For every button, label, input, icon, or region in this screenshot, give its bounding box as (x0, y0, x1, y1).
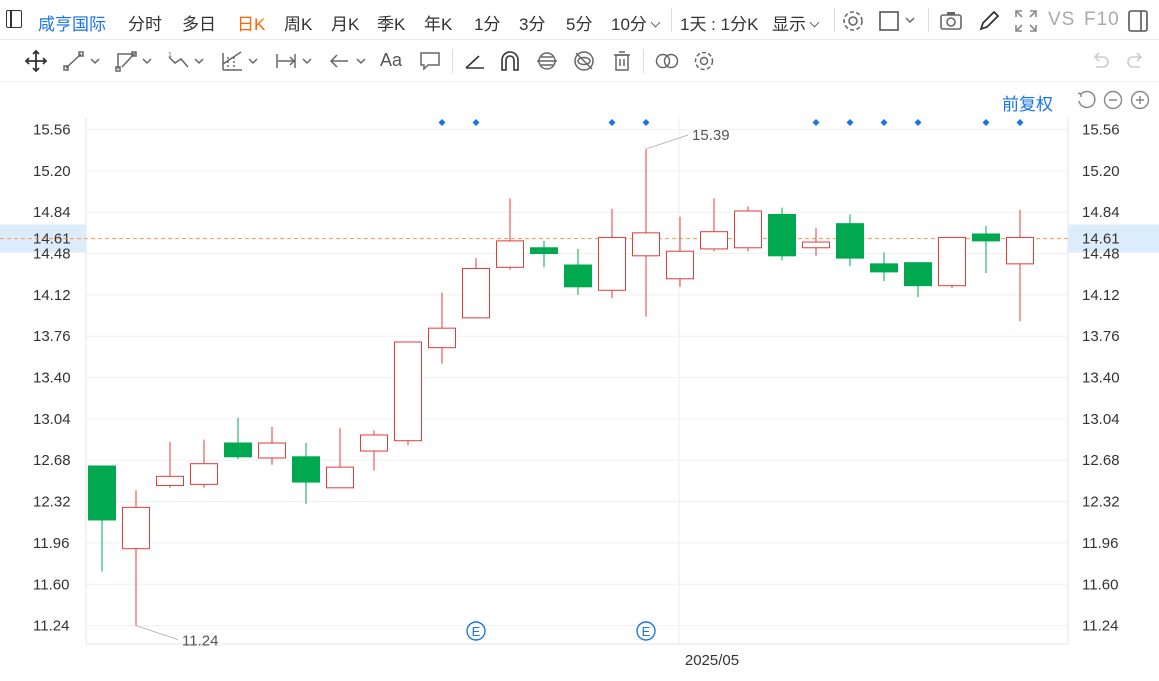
price-tick-right: 14.48 (1082, 246, 1120, 263)
candle-down (768, 213, 796, 257)
top-diamond-marker (812, 119, 820, 126)
candle-up (122, 506, 150, 550)
price-tick-right: 11.24 (1082, 618, 1118, 635)
price-tick-left: 12.68 (33, 452, 71, 469)
price-tick-right: 14.12 (1082, 287, 1120, 304)
event-markers: EE (466, 621, 656, 641)
price-axis-left: 15.5615.2014.8414.6114.4814.1213.7613.40… (33, 121, 71, 634)
top-diamond-marker (472, 119, 480, 126)
price-tick-left: 15.56 (33, 121, 71, 138)
high-leader-line (645, 134, 689, 150)
event-marker-label: E (472, 624, 481, 639)
price-tick-left: 12.32 (33, 494, 71, 511)
top-diamond-marker (846, 119, 854, 126)
price-tick-left: 13.76 (33, 328, 71, 345)
candle-up (428, 327, 456, 349)
candle-up (190, 463, 218, 485)
candle-up (802, 241, 830, 249)
x-axis-date-label: 2025/05 (685, 652, 739, 669)
chart-grid (86, 128, 1068, 627)
candle-up (632, 232, 660, 257)
price-tick-right: 11.96 (1082, 535, 1118, 552)
candle-up (734, 210, 762, 249)
price-tick-right: 12.68 (1082, 452, 1120, 469)
top-diamond-marker (608, 119, 616, 126)
candle-up (360, 434, 388, 452)
candle-up (326, 466, 354, 489)
candle-up (700, 231, 728, 250)
price-tick-right: 13.04 (1082, 411, 1120, 428)
price-tick-left: 13.40 (33, 370, 71, 387)
price-tick-right: 14.84 (1082, 204, 1120, 221)
candle-up (496, 240, 524, 268)
candle-up (156, 475, 184, 487)
candle-up (394, 341, 422, 442)
price-tick-left: 15.20 (33, 163, 71, 180)
price-tick-left: 14.12 (33, 287, 71, 304)
price-tick-left: 11.96 (33, 535, 69, 552)
candle-down (88, 465, 116, 521)
extreme-labels: 15.39 11.24 (135, 127, 730, 650)
low-price-label: 11.24 (182, 633, 218, 650)
candle-down (530, 247, 558, 255)
candle-down (972, 233, 1000, 242)
candle-down (904, 262, 932, 287)
candle-up (666, 250, 694, 280)
low-leader-line (135, 625, 179, 641)
high-price-label: 15.39 (692, 127, 730, 144)
candle-down (224, 442, 252, 458)
price-tick-right: 15.20 (1082, 163, 1120, 180)
price-tick-right: 13.40 (1082, 370, 1120, 387)
top-diamond-marker (642, 119, 650, 126)
price-tick-right: 11.60 (1082, 576, 1118, 593)
candle-up (258, 442, 286, 459)
candlestick-chart[interactable]: 15.5615.2014.8414.6114.4814.1213.7613.40… (0, 0, 1159, 681)
candle-down (564, 264, 592, 288)
candle-up (598, 236, 626, 291)
top-diamond-marker (880, 119, 888, 126)
price-tick-left: 14.48 (33, 246, 71, 263)
candle-up (1006, 236, 1034, 265)
price-tick-left: 11.60 (33, 576, 69, 593)
top-diamond-marker (982, 119, 990, 126)
price-axis-right: 15.5615.2014.8414.6114.4814.1213.7613.40… (1082, 121, 1120, 634)
price-tick-left: 13.04 (33, 411, 71, 428)
price-tick-right: 13.76 (1082, 328, 1120, 345)
price-tick-right: 15.56 (1082, 121, 1120, 138)
price-tick-right: 12.32 (1082, 494, 1120, 511)
top-diamond-marker (438, 119, 446, 126)
price-tick-left: 14.84 (33, 204, 71, 221)
top-markers (438, 119, 1024, 126)
top-diamond-marker (914, 119, 922, 126)
candle-down (870, 263, 898, 273)
candle-down (836, 223, 864, 259)
event-marker-label: E (642, 624, 651, 639)
candle-up (462, 267, 490, 319)
candles (88, 149, 1034, 626)
price-tick-left: 11.24 (33, 618, 69, 635)
candle-up (938, 236, 966, 287)
candle-down (292, 456, 320, 483)
top-diamond-marker (1016, 119, 1024, 126)
